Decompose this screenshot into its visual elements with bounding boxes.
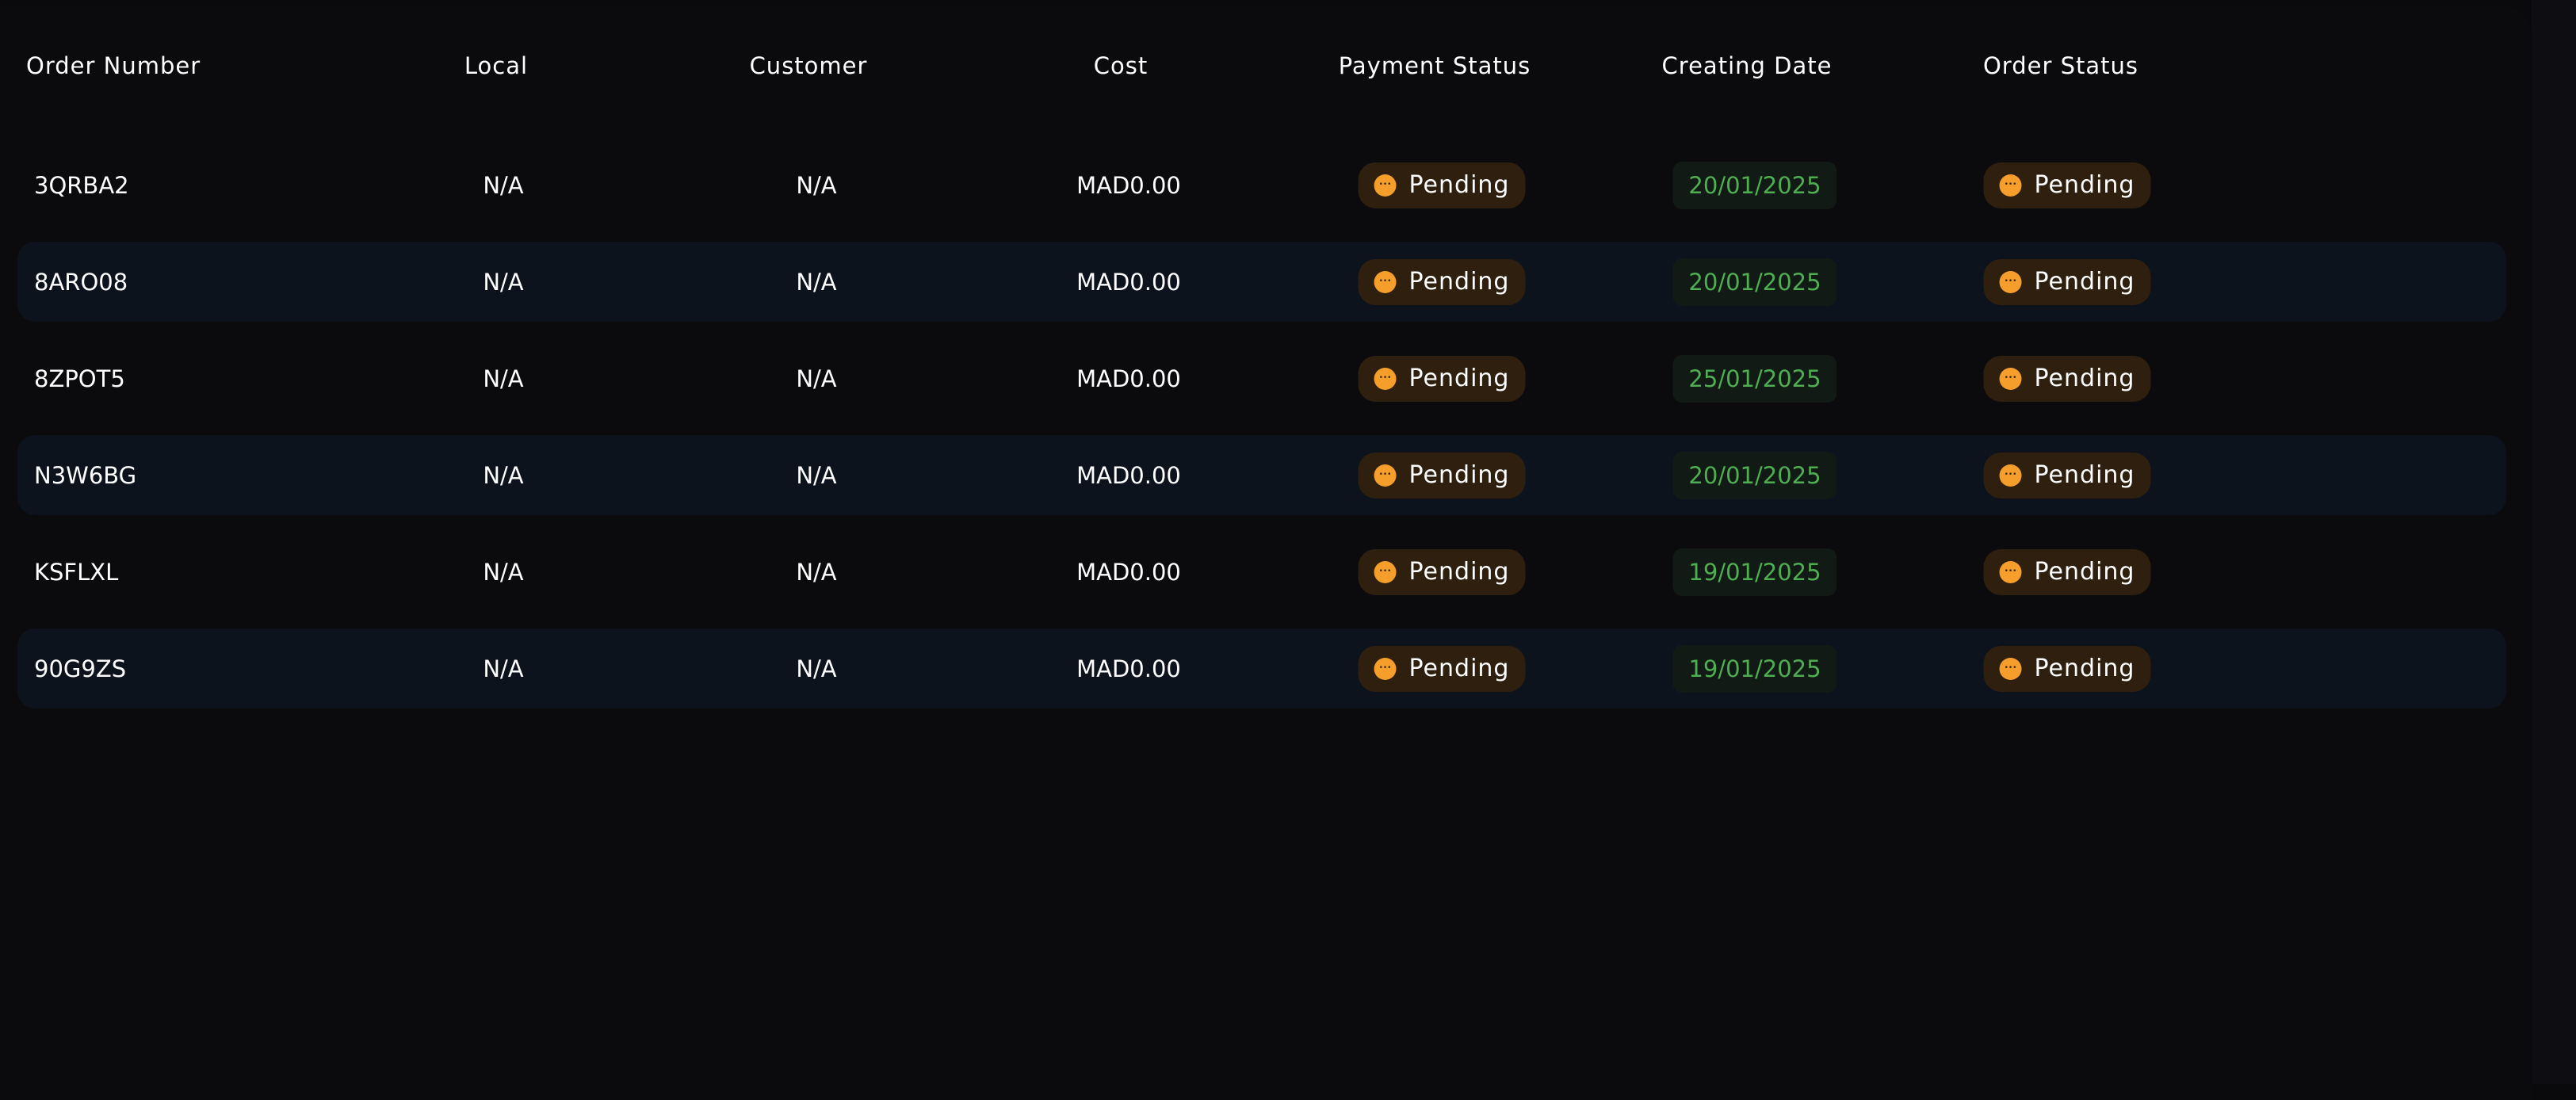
payment-status-label: Pending [1408,655,1510,682]
creating-date-label: 19/01/2025 [1672,548,1837,596]
payment-status-badge: Pending [1358,258,1526,305]
payment-status-badge: Pending [1358,452,1526,498]
header-order-status[interactable]: Order Status [1983,52,2138,79]
cost-cell: MAD0.00 [1076,655,1181,682]
payment-status-badge: Pending [1358,162,1526,208]
creating-date-badge: 20/01/2025 [1672,161,1837,209]
local-cell: N/A [483,365,524,392]
pending-dots-icon [1374,270,1397,293]
creating-date-label: 20/01/2025 [1672,451,1837,499]
local-cell: N/A [483,461,524,489]
pending-dots-icon [1999,367,2022,390]
order-number-cell: 8ARO08 [34,268,128,296]
order-status-label: Pending [2034,365,2135,392]
pending-dots-icon [1374,367,1397,390]
header-cost[interactable]: Cost [1094,52,1148,79]
local-cell: N/A [483,171,524,199]
creating-date-badge: 19/01/2025 [1672,644,1837,693]
table-row[interactable]: 3QRBA2 N/A N/A MAD0.00 Pending 20/01/202… [17,145,2506,225]
pending-dots-icon [1999,270,2022,293]
creating-date-label: 20/01/2025 [1672,161,1837,209]
order-status-label: Pending [2034,655,2135,682]
table-body: 3QRBA2 N/A N/A MAD0.00 Pending 20/01/202… [17,145,2506,725]
creating-date-badge: 19/01/2025 [1672,548,1837,596]
order-number-cell: KSFLXL [34,558,119,586]
creating-date-label: 19/01/2025 [1672,644,1837,693]
creating-date-badge: 20/01/2025 [1672,451,1837,499]
local-cell: N/A [483,655,524,682]
cost-cell: MAD0.00 [1076,171,1181,199]
pending-dots-icon [1999,464,2022,487]
creating-date-label: 25/01/2025 [1672,354,1837,403]
payment-status-label: Pending [1408,558,1510,586]
customer-cell: N/A [796,268,837,296]
order-status-label: Pending [2034,268,2135,296]
pending-dots-icon [1374,174,1397,197]
order-status-badge: Pending [1983,258,2151,305]
order-status-label: Pending [2034,558,2135,586]
header-local[interactable]: Local [464,52,528,79]
payment-status-badge: Pending [1358,355,1526,402]
header-creating-date[interactable]: Creating Date [1662,52,1833,79]
customer-cell: N/A [796,171,837,199]
order-number-cell: N3W6BG [34,461,137,489]
table-row[interactable]: 90G9ZS N/A N/A MAD0.00 Pending 19/01/202… [17,628,2506,709]
order-status-badge: Pending [1983,355,2151,402]
customer-cell: N/A [796,365,837,392]
order-number-cell: 3QRBA2 [34,171,129,199]
customer-cell: N/A [796,558,837,586]
page-right-edge [2532,0,2576,1084]
payment-status-badge: Pending [1358,645,1526,692]
creating-date-badge: 20/01/2025 [1672,258,1837,306]
table-row[interactable]: N3W6BG N/A N/A MAD0.00 Pending 20/01/202… [17,435,2506,515]
cost-cell: MAD0.00 [1076,268,1181,296]
order-status-badge: Pending [1983,645,2151,692]
table-row[interactable]: 8ARO08 N/A N/A MAD0.00 Pending 20/01/202… [17,242,2506,322]
order-status-label: Pending [2034,171,2135,199]
order-status-badge: Pending [1983,548,2151,595]
payment-status-label: Pending [1408,268,1510,296]
payment-status-label: Pending [1408,365,1510,392]
local-cell: N/A [483,268,524,296]
payment-status-label: Pending [1408,461,1510,489]
header-payment-status[interactable]: Payment Status [1339,52,1531,79]
customer-cell: N/A [796,461,837,489]
creating-date-label: 20/01/2025 [1672,258,1837,306]
cost-cell: MAD0.00 [1076,365,1181,392]
customer-cell: N/A [796,655,837,682]
order-status-label: Pending [2034,461,2135,489]
pending-dots-icon [1374,560,1397,583]
local-cell: N/A [483,558,524,586]
pending-dots-icon [1374,657,1397,680]
cost-cell: MAD0.00 [1076,461,1181,489]
cost-cell: MAD0.00 [1076,558,1181,586]
order-status-badge: Pending [1983,162,2151,208]
payment-status-label: Pending [1408,171,1510,199]
creating-date-badge: 25/01/2025 [1672,354,1837,403]
table-header: Order Number Local Customer Cost Payment… [0,52,2532,84]
payment-status-badge: Pending [1358,548,1526,595]
pending-dots-icon [1999,174,2022,197]
order-status-badge: Pending [1983,452,2151,498]
pending-dots-icon [1374,464,1397,487]
pending-dots-icon [1999,657,2022,680]
table-row[interactable]: KSFLXL N/A N/A MAD0.00 Pending 19/01/202… [17,532,2506,612]
order-number-cell: 90G9ZS [34,655,127,682]
pending-dots-icon [1999,560,2022,583]
orders-panel: Order Number Local Customer Cost Payment… [0,6,2532,1100]
table-row[interactable]: 8ZPOT5 N/A N/A MAD0.00 Pending 25/01/202… [17,338,2506,418]
header-order-number[interactable]: Order Number [26,52,201,79]
header-customer[interactable]: Customer [750,52,868,79]
order-number-cell: 8ZPOT5 [34,365,125,392]
